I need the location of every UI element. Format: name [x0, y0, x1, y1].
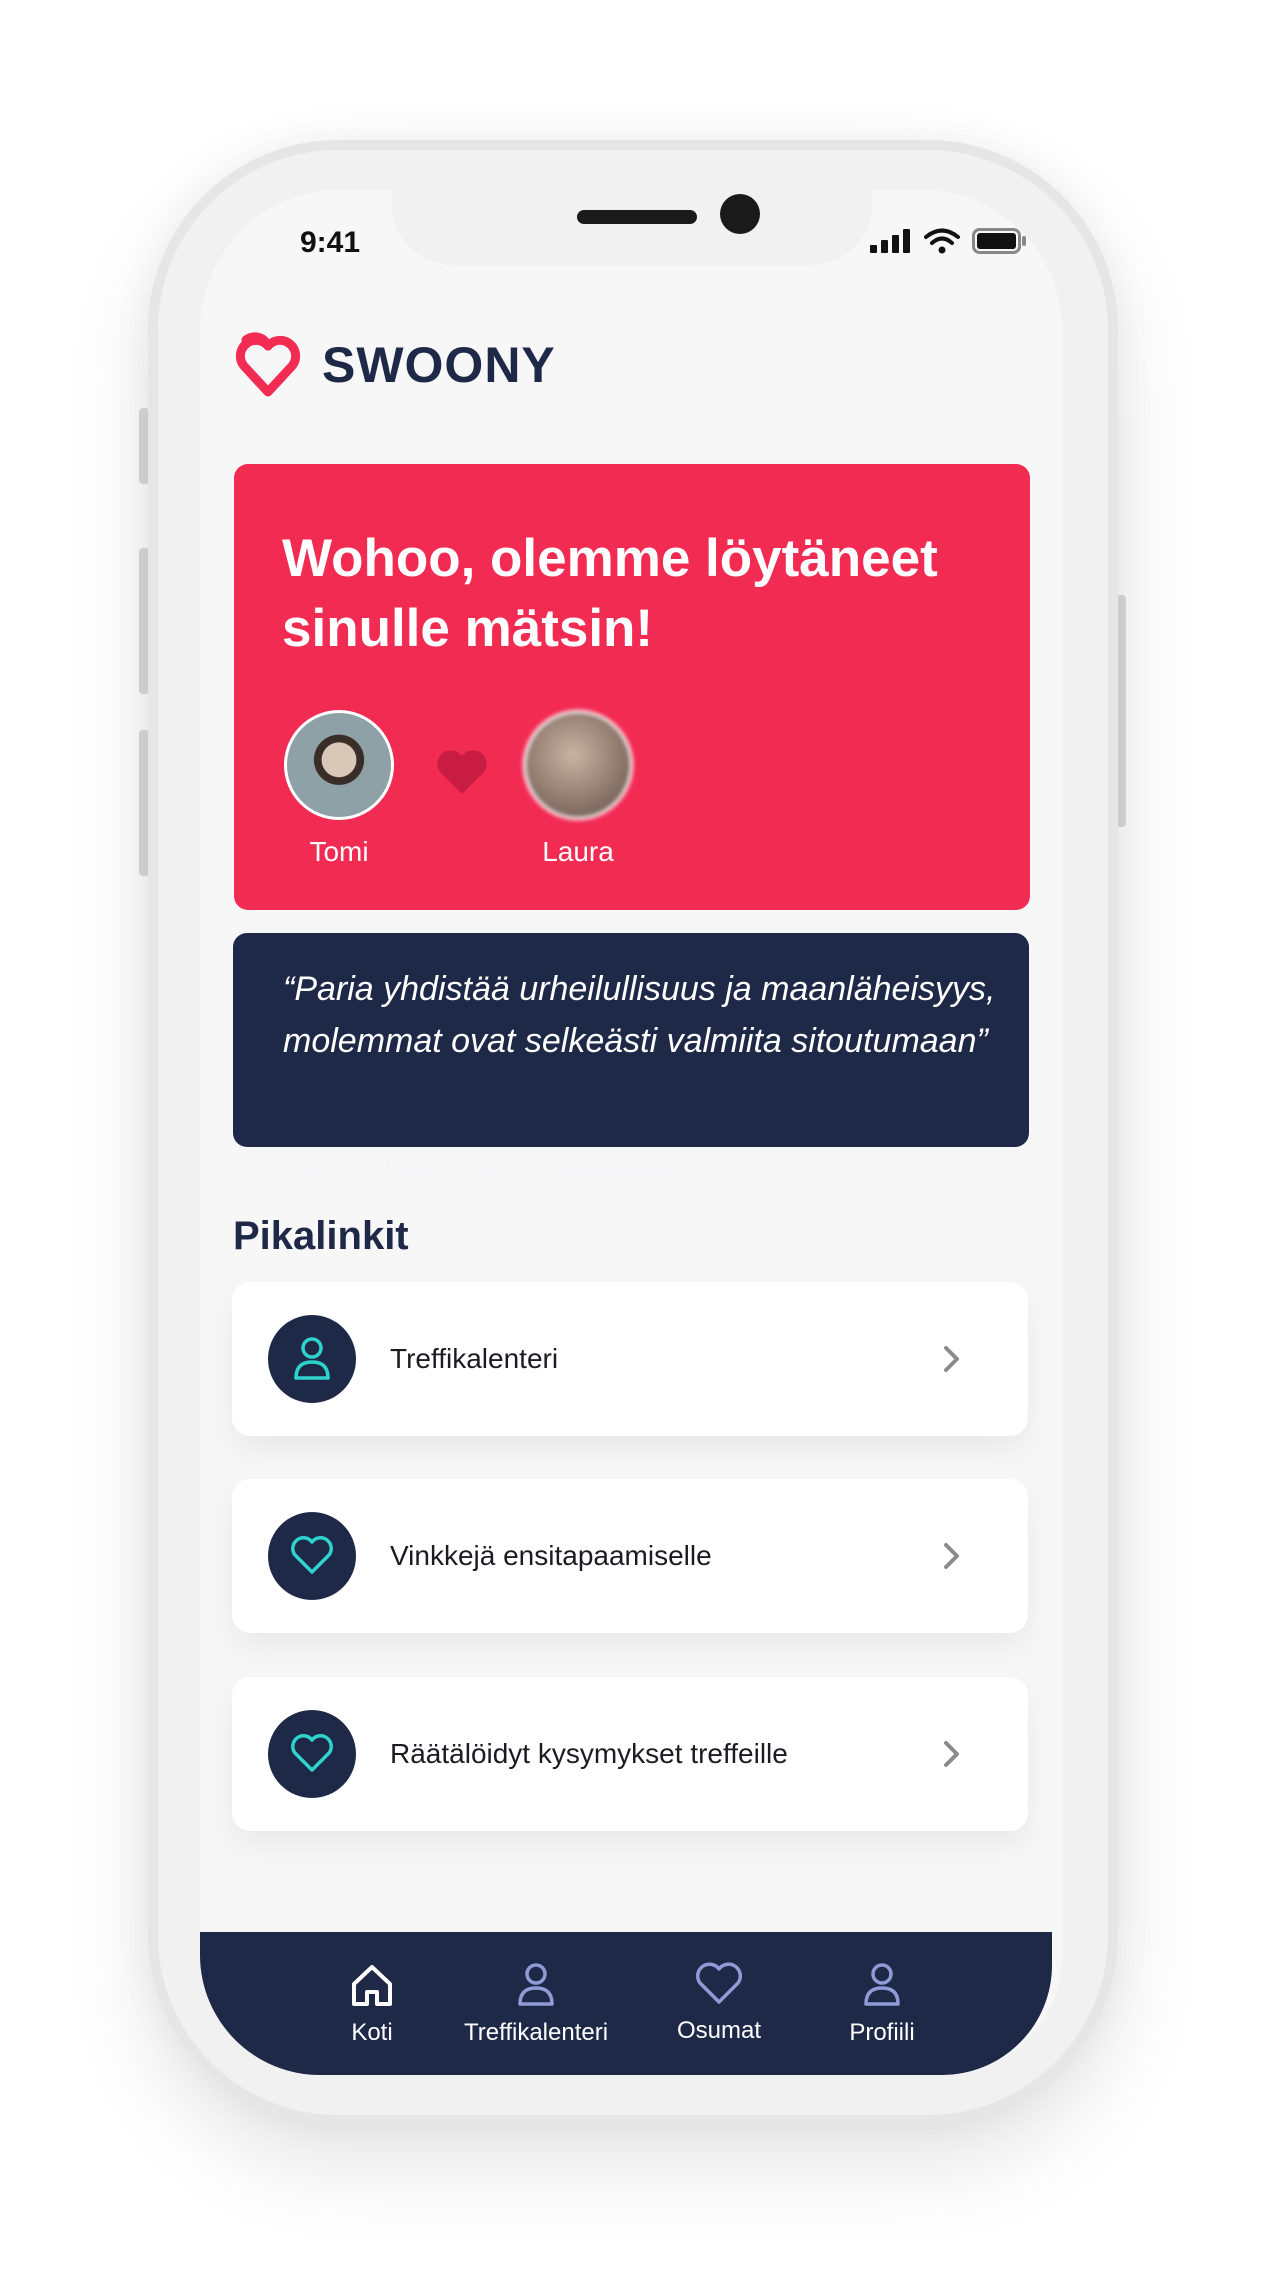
match-person-right[interactable]: Laura — [508, 710, 648, 868]
bottom-nav: Koti Treffikalenteri Osumat Profiili — [200, 1932, 1052, 2075]
person-name: Tomi — [309, 836, 369, 867]
person-icon — [518, 1963, 554, 2006]
mockup-stage: 9:41 SWOONY Wohoo, olemme löytäneet sinu… — [0, 0, 1282, 2273]
section-title: Pikalinkit — [233, 1214, 409, 1258]
person-icon — [268, 1315, 356, 1403]
battery-icon — [972, 228, 1026, 254]
match-title: Wohoo, olemme löytäneet sinulle mätsin! — [282, 529, 938, 658]
heart-icon — [437, 750, 487, 794]
quick-link-label: Vinkkejä ensitapaamiselle — [390, 1540, 712, 1571]
nav-label: Treffikalenteri — [463, 2019, 609, 2046]
notch — [392, 190, 872, 265]
avatar — [523, 710, 633, 820]
heart-icon — [695, 1962, 743, 2004]
swoony-logo-icon — [236, 332, 300, 397]
quick-link-label: Räätälöidyt kysymykset treffeille — [390, 1738, 788, 1769]
wifi-icon — [924, 228, 960, 254]
quote-text: “Paria yhdistää urheilullisuus ja maanlä… — [283, 970, 996, 1060]
nav-item-profiili[interactable]: Profiili — [792, 1962, 972, 2047]
status-icons — [870, 228, 1028, 254]
match-card[interactable]: Wohoo, olemme löytäneet sinulle mätsin! … — [234, 464, 1030, 910]
signal-icon — [870, 229, 910, 253]
heart-icon — [268, 1710, 356, 1798]
brand-name: SWOONY — [322, 337, 556, 393]
nav-item-koti[interactable]: Koti — [282, 1962, 462, 2047]
partners-link[interactable]: Katso yhteistyökumppanimme — [282, 1154, 682, 1188]
status-time: 9:41 — [300, 226, 361, 259]
chevron-right-icon — [944, 1741, 959, 1767]
home-icon — [352, 1965, 392, 2006]
nav-label: Osumat — [676, 2017, 762, 2044]
heart-icon — [268, 1512, 356, 1600]
nav-item-treffikalenteri[interactable]: Treffikalenteri — [446, 1962, 626, 2047]
nav-label: Profiili — [849, 2019, 915, 2046]
chevron-right-icon — [944, 1543, 959, 1569]
front-camera — [720, 194, 760, 234]
quick-link-kysymykset[interactable]: Räätälöidyt kysymykset treffeille — [232, 1677, 1028, 1831]
match-person-left[interactable]: Tomi — [269, 710, 409, 868]
person-name: Laura — [542, 836, 614, 867]
nav-item-osumat[interactable]: Osumat — [629, 1962, 809, 2045]
quick-link-vinkkeja[interactable]: Vinkkejä ensitapaamiselle — [232, 1479, 1028, 1633]
quick-link-treffikalenteri[interactable]: Treffikalenteri — [232, 1282, 1028, 1436]
quote-card: “Paria yhdistää urheilullisuus ja maanlä… — [233, 933, 1029, 1147]
avatar — [284, 710, 394, 820]
speaker-grille — [577, 210, 697, 224]
chevron-right-icon — [944, 1346, 959, 1372]
app-header: SWOONY — [236, 330, 556, 400]
quick-link-label: Treffikalenteri — [390, 1343, 559, 1374]
person-icon — [864, 1963, 900, 2006]
nav-label: Koti — [351, 2019, 393, 2046]
phone-screen: 9:41 SWOONY Wohoo, olemme löytäneet sinu… — [200, 190, 1062, 2075]
